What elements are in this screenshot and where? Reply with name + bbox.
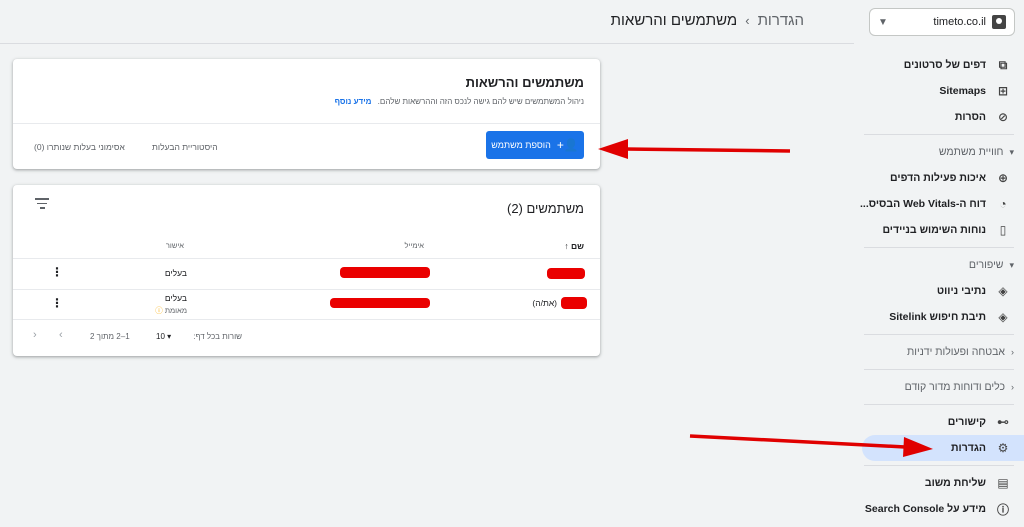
arrow-to-add-user	[598, 139, 791, 159]
arrow-to-settings	[689, 434, 933, 457]
annotation-arrows	[598, 139, 933, 457]
